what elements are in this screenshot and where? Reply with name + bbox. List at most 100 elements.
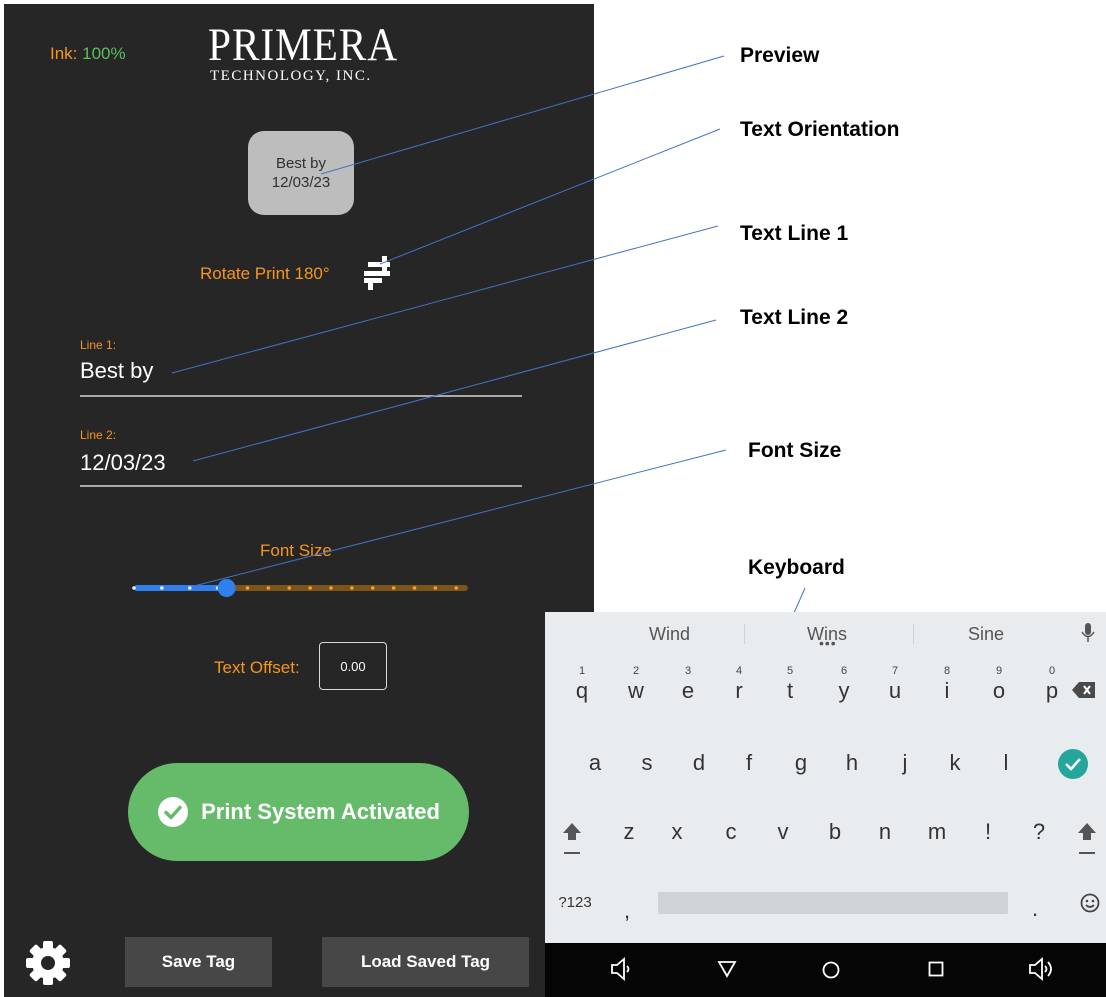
suggestion-sine[interactable]: Sine (968, 624, 1004, 645)
key-hint-5: 5 (786, 665, 794, 677)
key-t[interactable]: t (770, 678, 810, 704)
text-offset-input[interactable]: 0.00 (319, 642, 387, 690)
label-preview: Best by 12/03/23 (248, 131, 354, 215)
line1-input[interactable]: Best by (80, 358, 153, 384)
key-i[interactable]: i (927, 678, 967, 704)
volume-down-icon[interactable] (610, 957, 632, 981)
volume-up-icon[interactable] (1028, 957, 1054, 981)
primera-logo: PRIMERA (208, 19, 399, 71)
slider-tick (245, 586, 250, 590)
key-s[interactable]: s (627, 750, 667, 776)
slider-tick (329, 586, 333, 590)
ink-label: Ink: (50, 44, 78, 63)
load-saved-tag-button[interactable]: Load Saved Tag (322, 937, 529, 987)
suggestion-wind[interactable]: Wind (649, 624, 690, 645)
key-o[interactable]: o (979, 678, 1019, 704)
emoji-icon[interactable] (1080, 893, 1100, 913)
annotation-keyboard: Keyboard (748, 556, 845, 579)
annotation-text-orientation: Text Orientation (740, 118, 900, 141)
key-j[interactable]: j (885, 750, 925, 776)
slider-tick (287, 586, 292, 590)
annotation-text-line-1: Text Line 1 (740, 222, 849, 245)
annotation-font-size: Font Size (748, 439, 842, 462)
key-f[interactable]: f (729, 750, 769, 776)
slider-tick (433, 586, 438, 590)
slider-tick (391, 586, 396, 590)
key-r[interactable]: r (719, 678, 759, 704)
key-e[interactable]: e (668, 678, 708, 704)
print-system-button[interactable]: Print System Activated (128, 763, 469, 861)
key-c[interactable]: c (711, 819, 751, 845)
key-hint-6: 6 (840, 665, 848, 677)
key-m[interactable]: m (917, 819, 957, 845)
shift-icon[interactable] (562, 822, 582, 856)
suggestion-divider (744, 624, 745, 644)
line1-label: Line 1: (80, 338, 117, 352)
key-hint-7: 7 (891, 665, 899, 677)
period-key[interactable]: . (1015, 896, 1055, 922)
key-hint-1: 1 (578, 665, 586, 677)
suggestion-divider (913, 624, 914, 644)
more-suggestions-icon[interactable]: ••• (819, 635, 837, 651)
save-tag-button[interactable]: Save Tag (125, 937, 272, 987)
slider-tick (308, 586, 312, 590)
slider-tick (350, 586, 354, 590)
key-v[interactable]: v (763, 819, 803, 845)
key-hint-2: 2 (632, 665, 640, 677)
key-g[interactable]: g (781, 750, 821, 776)
key-d[interactable]: d (679, 750, 719, 776)
mic-icon[interactable] (1081, 622, 1095, 644)
key-z[interactable]: z (609, 819, 649, 845)
key-hint-0: 0 (1048, 665, 1056, 677)
text-orientation-icon[interactable] (360, 256, 396, 290)
key-hint-4: 4 (735, 665, 743, 677)
slider-active-track (134, 585, 227, 591)
annotation-text-line-2: Text Line 2 (740, 306, 849, 329)
ink-value: 100% (82, 44, 126, 63)
key-l[interactable]: l (986, 750, 1026, 776)
preview-line-2: 12/03/23 (271, 174, 331, 191)
key-hint-8: 8 (943, 665, 951, 677)
font-size-slider[interactable] (128, 576, 474, 600)
slider-tick (132, 586, 136, 590)
key-b[interactable]: b (815, 819, 855, 845)
printer-app-screen: Ink: 100% PRIMERA TECHNOLOGY, INC. Best … (4, 4, 594, 997)
key-u[interactable]: u (875, 678, 915, 704)
nav-back-icon[interactable] (717, 960, 737, 978)
key-w[interactable]: w (616, 678, 656, 704)
nav-home-icon[interactable] (821, 960, 841, 980)
done-check-icon[interactable] (1058, 749, 1088, 779)
slider-tick (370, 586, 375, 590)
key-h[interactable]: h (832, 750, 872, 776)
slider-thumb[interactable] (217, 579, 236, 597)
space-bar[interactable] (658, 892, 1008, 914)
key-k[interactable]: k (935, 750, 975, 776)
shift-icon[interactable] (1077, 822, 1097, 856)
soft-keyboard: Wind Wins ••• Sine 1q2w3e4r5t6y7u8i9o0p … (545, 612, 1106, 997)
key-y[interactable]: y (824, 678, 864, 704)
font-size-label: Font Size (260, 541, 332, 560)
slider-tick (160, 586, 164, 590)
annotation-preview: Preview (740, 44, 820, 67)
key-hint-9: 9 (995, 665, 1003, 677)
backspace-icon[interactable] (1072, 681, 1096, 699)
key-a[interactable]: a (575, 750, 615, 776)
slider-tick (454, 586, 459, 590)
suggestion-bar: Wind Wins ••• Sine (545, 612, 1106, 656)
key-question[interactable]: ? (1019, 819, 1059, 845)
key-exclamation[interactable]: ! (968, 819, 1008, 845)
line2-label: Line 2: (80, 428, 117, 442)
key-n[interactable]: n (865, 819, 905, 845)
text-offset-label: Text Offset: (214, 658, 300, 677)
nav-recents-icon[interactable] (928, 961, 944, 977)
comma-key[interactable]: , (607, 898, 647, 924)
line2-input[interactable]: 12/03/23 (80, 450, 166, 476)
key-x[interactable]: x (657, 819, 697, 845)
line2-underline (80, 485, 522, 487)
gear-icon[interactable] (24, 939, 72, 987)
key-p[interactable]: p (1032, 678, 1072, 704)
key-q[interactable]: q (562, 678, 602, 704)
rotate-print-label: Rotate Print 180° (200, 264, 330, 283)
symbols-key[interactable]: ?123 (551, 894, 599, 911)
primera-logo-subtitle: TECHNOLOGY, INC. (210, 68, 372, 84)
